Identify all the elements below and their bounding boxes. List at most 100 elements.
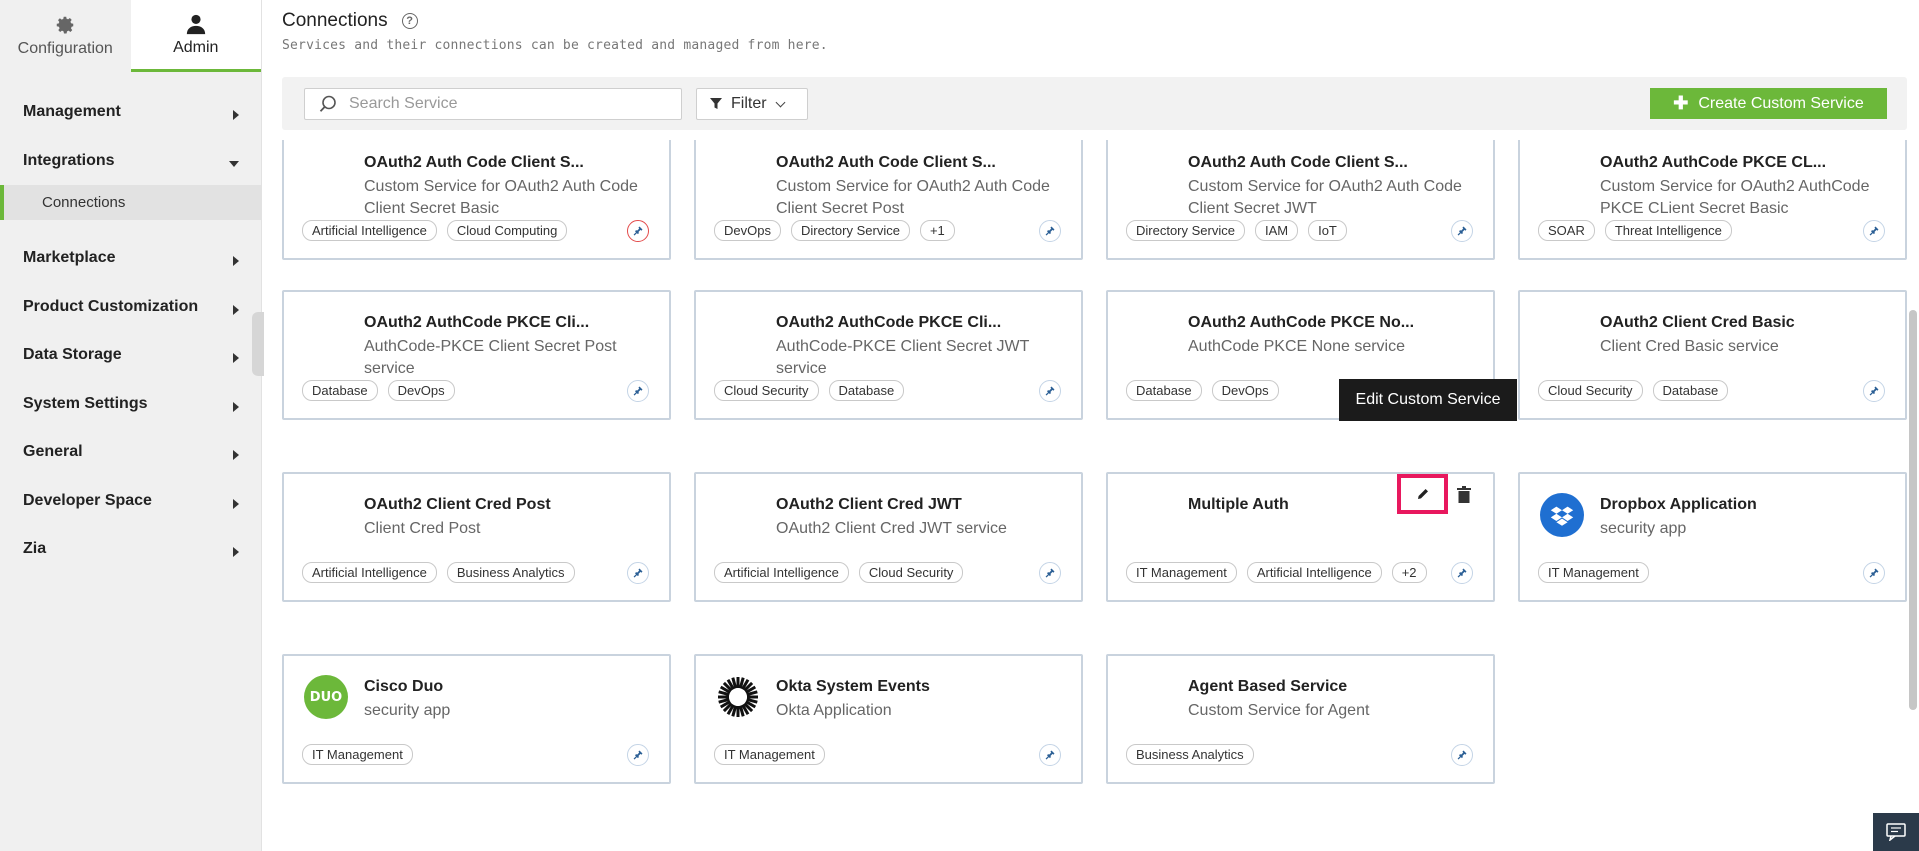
duo-logo-text: DUO bbox=[309, 689, 343, 705]
service-tag: IT Management bbox=[302, 744, 413, 765]
tab-admin[interactable]: Admin bbox=[130, 0, 261, 72]
service-cards-grid: OAuth2 Auth Code Client S... Custom Serv… bbox=[0, 140, 1919, 851]
service-card-title: Okta System Events bbox=[776, 678, 930, 695]
service-card[interactable]: OAuth2 Client Cred Basic Client Cred Bas… bbox=[1518, 290, 1907, 420]
filter-label: Filter bbox=[731, 95, 767, 112]
vertical-scrollbar[interactable] bbox=[1907, 140, 1919, 810]
page-header: Connections ? Services and their connect… bbox=[282, 10, 828, 53]
connection-status-icon[interactable] bbox=[627, 380, 649, 402]
connection-status-icon[interactable] bbox=[1039, 380, 1061, 402]
service-card-description: AuthCode-PKCE Client Secret JWT service bbox=[776, 338, 1030, 377]
service-tag: IT Management bbox=[1538, 562, 1649, 583]
service-card-tags: IT Management Artificial Intelligence +2 bbox=[1126, 562, 1427, 583]
search-box[interactable] bbox=[304, 88, 682, 120]
sidebar-item-label: Management bbox=[23, 103, 121, 121]
service-tag: Threat Intelligence bbox=[1604, 220, 1732, 241]
service-card-description: Okta Application bbox=[776, 702, 892, 719]
sidebar-top-tabs: Configuration Admin bbox=[0, 0, 261, 72]
service-card-title: OAuth2 Auth Code Client S... bbox=[1188, 154, 1408, 171]
service-card[interactable]: OAuth2 Auth Code Client S... Custom Serv… bbox=[694, 140, 1083, 260]
service-tag: Artificial Intelligence bbox=[714, 562, 849, 583]
search-input[interactable] bbox=[349, 95, 669, 113]
service-card-description: security app bbox=[1600, 520, 1687, 537]
service-card-title: Cisco Duo bbox=[364, 678, 444, 695]
service-card[interactable]: OAuth2 AuthCode PKCE CL... Custom Servic… bbox=[1518, 140, 1907, 260]
service-tag: DevOps bbox=[1211, 380, 1279, 401]
service-card[interactable]: DUO Cisco Duo security app IT Management bbox=[282, 654, 671, 784]
connection-status-icon[interactable] bbox=[1451, 744, 1473, 766]
service-card-tags: Business Analytics bbox=[1126, 744, 1254, 765]
scrollbar-thumb[interactable] bbox=[1909, 310, 1917, 710]
service-card-description: Custom Service for OAuth2 Auth Code Clie… bbox=[364, 178, 638, 217]
service-tag: +2 bbox=[1391, 562, 1427, 583]
tab-admin-label: Admin bbox=[173, 38, 219, 56]
service-card-description: Custom Service for OAuth2 AuthCode PKCE … bbox=[1600, 178, 1870, 217]
service-tag: Directory Service bbox=[1126, 220, 1245, 241]
service-card-description: Client Cred Basic service bbox=[1600, 338, 1779, 355]
service-card-tags: IT Management bbox=[1538, 562, 1649, 583]
chat-icon bbox=[1886, 823, 1906, 841]
service-card-tags: IT Management bbox=[714, 744, 825, 765]
filter-button[interactable]: Filter bbox=[696, 88, 808, 120]
service-card-title: OAuth2 Auth Code Client S... bbox=[776, 154, 996, 171]
service-card-title: Dropbox Application bbox=[1600, 496, 1757, 513]
service-card-tags: Cloud Security Database bbox=[714, 380, 905, 401]
service-card-description: OAuth2 Client Cred JWT service bbox=[776, 520, 1007, 537]
delete-custom-service-button[interactable] bbox=[1456, 486, 1472, 504]
service-card-description: Custom Service for Agent bbox=[1188, 702, 1370, 719]
service-card[interactable]: Okta System Events Okta Application IT M… bbox=[694, 654, 1083, 784]
connection-status-icon[interactable] bbox=[1039, 562, 1061, 584]
service-card[interactable]: OAuth2 AuthCode PKCE Cli... AuthCode-PKC… bbox=[694, 290, 1083, 420]
service-card-title: OAuth2 Client Cred Basic bbox=[1600, 314, 1795, 331]
service-card-tags: Database DevOps bbox=[1126, 380, 1279, 401]
service-tag: DevOps bbox=[714, 220, 781, 241]
service-card-description: Client Cred Post bbox=[364, 520, 481, 537]
edit-custom-service-button[interactable] bbox=[1397, 474, 1448, 514]
service-card[interactable]: OAuth2 Auth Code Client S... Custom Serv… bbox=[1106, 140, 1495, 260]
service-card-title: OAuth2 AuthCode PKCE Cli... bbox=[364, 314, 590, 331]
service-card-description: Custom Service for OAuth2 Auth Code Clie… bbox=[1188, 178, 1462, 217]
toolbar: Filter ✚ Create Custom Service bbox=[282, 77, 1907, 130]
service-card-title: OAuth2 Client Cred JWT bbox=[776, 496, 962, 513]
connection-status-icon[interactable] bbox=[627, 562, 649, 584]
service-card[interactable]: OAuth2 Client Cred Post Client Cred Post… bbox=[282, 472, 671, 602]
connection-status-icon[interactable] bbox=[1039, 744, 1061, 766]
connection-status-icon[interactable] bbox=[1039, 220, 1061, 242]
connection-status-icon[interactable] bbox=[627, 220, 649, 242]
sidebar-item-management[interactable]: Management bbox=[0, 88, 261, 137]
service-card[interactable]: Multiple Auth IT Management Artificial In… bbox=[1106, 472, 1495, 602]
help-icon[interactable]: ? bbox=[401, 13, 418, 29]
service-card-title: OAuth2 Client Cred Post bbox=[364, 496, 551, 513]
service-tag: DevOps bbox=[387, 380, 455, 401]
service-card-tags: DevOps Directory Service +1 bbox=[714, 220, 955, 241]
service-card-tags: Cloud Security Database bbox=[1538, 380, 1729, 401]
connection-status-icon[interactable] bbox=[1451, 220, 1473, 242]
service-tag: Cloud Security bbox=[858, 562, 964, 583]
chevron-down-icon bbox=[775, 97, 786, 107]
service-card[interactable]: OAuth2 Auth Code Client S... Custom Serv… bbox=[282, 140, 671, 260]
filter-icon bbox=[710, 98, 722, 109]
tab-configuration[interactable]: Configuration bbox=[0, 0, 131, 72]
service-tag: Cloud Security bbox=[1538, 380, 1643, 401]
create-custom-service-button[interactable]: ✚ Create Custom Service bbox=[1650, 88, 1887, 119]
service-tag: SOAR bbox=[1538, 220, 1595, 241]
service-card-title: OAuth2 Auth Code Client S... bbox=[364, 154, 584, 171]
dropbox-logo-icon bbox=[1540, 493, 1584, 537]
chat-widget-button[interactable] bbox=[1873, 813, 1919, 851]
service-card[interactable]: Dropbox Application security app IT Mana… bbox=[1518, 472, 1907, 602]
connection-status-icon[interactable] bbox=[1863, 380, 1885, 402]
connection-status-icon[interactable] bbox=[1863, 562, 1885, 584]
service-tag: IAM bbox=[1254, 220, 1299, 241]
plus-icon: ✚ bbox=[1673, 93, 1689, 113]
service-card[interactable]: Agent Based Service Custom Service for A… bbox=[1106, 654, 1495, 784]
connection-status-icon[interactable] bbox=[1451, 562, 1473, 584]
page-title-text: Connections bbox=[282, 10, 388, 31]
service-card-title: Agent Based Service bbox=[1188, 678, 1348, 695]
service-tag: +1 bbox=[919, 220, 955, 241]
service-tag: IT Management bbox=[714, 744, 825, 765]
service-card[interactable]: OAuth2 Client Cred JWT OAuth2 Client Cre… bbox=[694, 472, 1083, 602]
connection-status-icon[interactable] bbox=[1863, 220, 1885, 242]
service-card-title: OAuth2 AuthCode PKCE CL... bbox=[1600, 154, 1827, 171]
connection-status-icon[interactable] bbox=[627, 744, 649, 766]
service-card[interactable]: OAuth2 AuthCode PKCE Cli... AuthCode-PKC… bbox=[282, 290, 671, 420]
